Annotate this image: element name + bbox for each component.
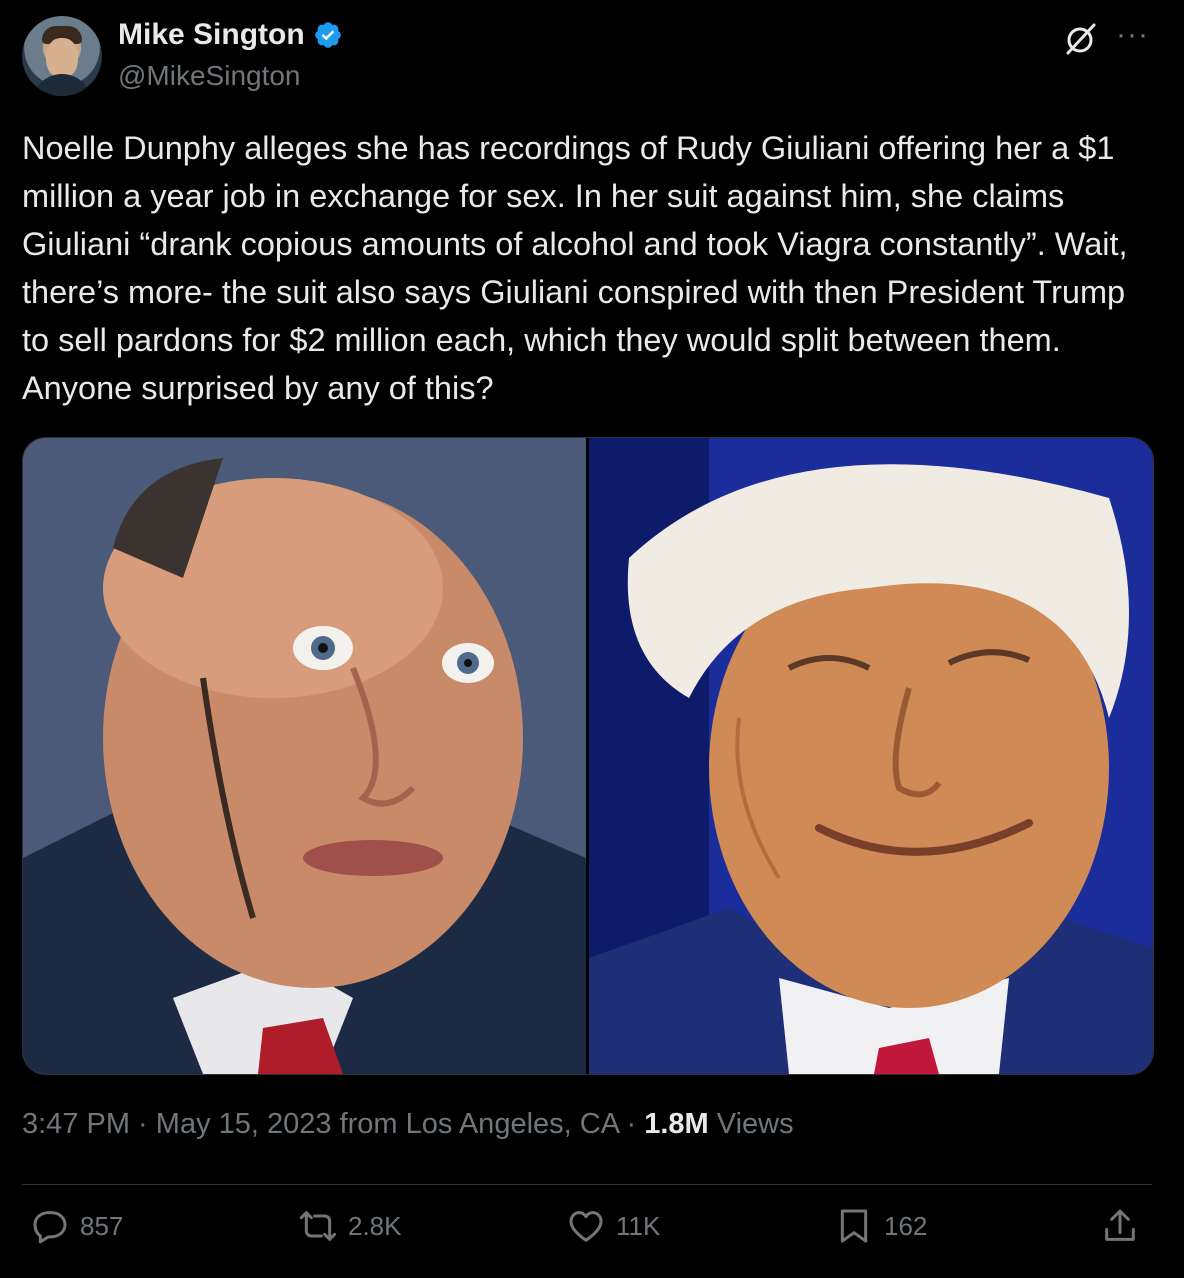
photo-right[interactable] bbox=[589, 438, 1153, 1074]
bookmark-button[interactable]: 162 bbox=[834, 1206, 927, 1246]
photo-of-man-surprised-expression bbox=[23, 438, 586, 1074]
share-icon bbox=[1105, 1209, 1135, 1241]
tweet-text: Noelle Dunphy alleges she has recordings… bbox=[22, 130, 1128, 406]
bookmark-icon bbox=[840, 1209, 868, 1243]
share-button[interactable] bbox=[1100, 1206, 1140, 1246]
views-count[interactable]: 1.8M bbox=[644, 1108, 708, 1140]
reply-icon bbox=[33, 1211, 67, 1244]
meta-separator: · bbox=[130, 1108, 156, 1140]
tweet-date[interactable]: May 15, 2023 bbox=[156, 1108, 332, 1140]
verified-badge-icon bbox=[314, 22, 341, 48]
divider bbox=[22, 1184, 1152, 1185]
author-display-name[interactable]: Mike Sington bbox=[118, 18, 305, 52]
bookmark-count: 162 bbox=[884, 1210, 928, 1241]
tweet-meta: 3:47 PM · May 15, 2023 from Los Angeles,… bbox=[22, 1108, 794, 1141]
like-button[interactable]: 11K bbox=[566, 1206, 660, 1246]
meta-separator-2: · bbox=[618, 1108, 645, 1140]
photo-left[interactable] bbox=[23, 438, 586, 1074]
grok-icon[interactable] bbox=[1064, 22, 1098, 56]
tweet-location: from Los Angeles, CA bbox=[331, 1108, 619, 1140]
heart-icon bbox=[569, 1211, 603, 1242]
reply-button[interactable]: 857 bbox=[30, 1206, 123, 1246]
tweet-time[interactable]: 3:47 PM bbox=[22, 1108, 130, 1140]
views-label: Views bbox=[708, 1108, 794, 1140]
author-handle[interactable]: @MikeSington bbox=[118, 60, 301, 92]
like-count: 11K bbox=[616, 1210, 661, 1241]
repost-count: 2.8K bbox=[348, 1210, 402, 1241]
avatar-shirt bbox=[32, 74, 92, 96]
avatar[interactable] bbox=[22, 16, 102, 96]
repost-button[interactable]: 2.8K bbox=[298, 1206, 402, 1246]
author-name-row: Mike Sington bbox=[118, 18, 343, 52]
action-bar: 857 2.8K 11K 162 bbox=[0, 1206, 1184, 1262]
media-grid bbox=[22, 437, 1154, 1075]
more-options-icon[interactable]: ··· bbox=[1116, 18, 1149, 52]
repost-icon bbox=[299, 1211, 337, 1241]
reply-count: 857 bbox=[80, 1210, 124, 1241]
photo-of-man-smiling bbox=[589, 438, 1153, 1074]
avatar-face bbox=[46, 38, 78, 78]
